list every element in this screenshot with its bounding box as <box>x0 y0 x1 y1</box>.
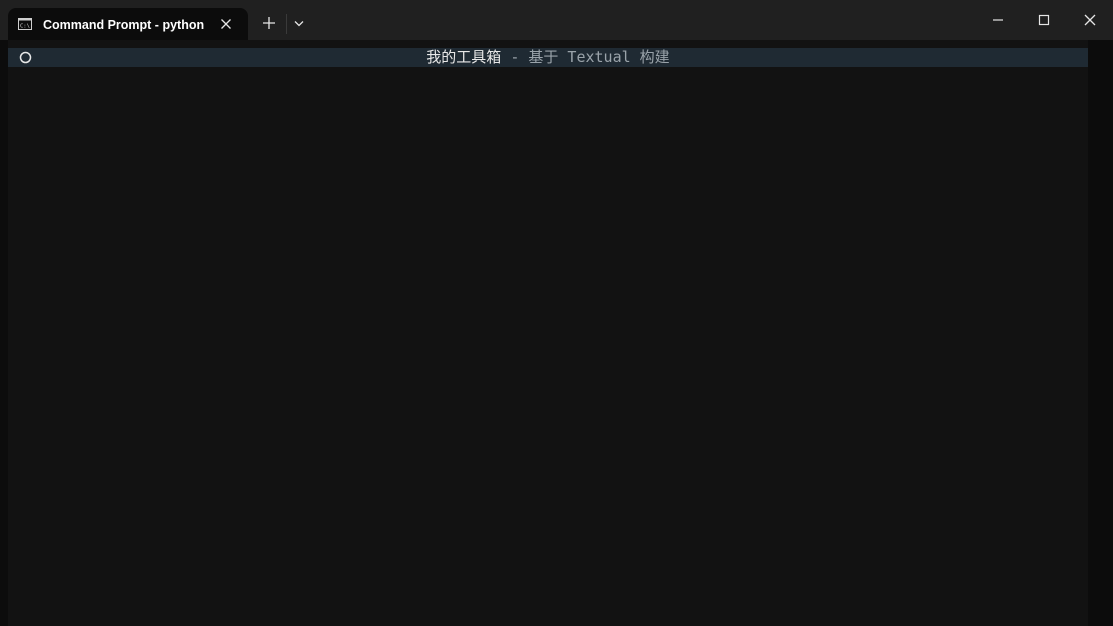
plus-icon[interactable] <box>258 12 280 34</box>
maximize-icon[interactable] <box>1032 8 1056 32</box>
scrollbar[interactable] <box>1088 40 1113 626</box>
window-titlebar: C:\ Command Prompt - python r <box>0 0 1113 40</box>
app-title-sub: - 基于 Textual 构建 <box>501 48 670 66</box>
minimize-icon[interactable] <box>986 8 1010 32</box>
app-title-main: 我的工具箱 <box>426 48 502 66</box>
tab-title: Command Prompt - python r <box>43 18 207 32</box>
close-icon[interactable] <box>1078 8 1102 32</box>
terminal-area[interactable] <box>8 40 1088 626</box>
tab-command-prompt[interactable]: C:\ Command Prompt - python r <box>8 8 248 40</box>
app-title: 我的工具箱 - 基于 Textual 构建 <box>8 48 1088 67</box>
terminal-icon: C:\ <box>18 18 32 30</box>
close-icon[interactable] <box>218 16 234 32</box>
tab-separator <box>286 14 287 34</box>
app-header: 我的工具箱 - 基于 Textual 构建 <box>8 48 1088 67</box>
svg-text:C:\: C:\ <box>20 24 30 30</box>
chevron-down-icon[interactable] <box>290 13 308 33</box>
